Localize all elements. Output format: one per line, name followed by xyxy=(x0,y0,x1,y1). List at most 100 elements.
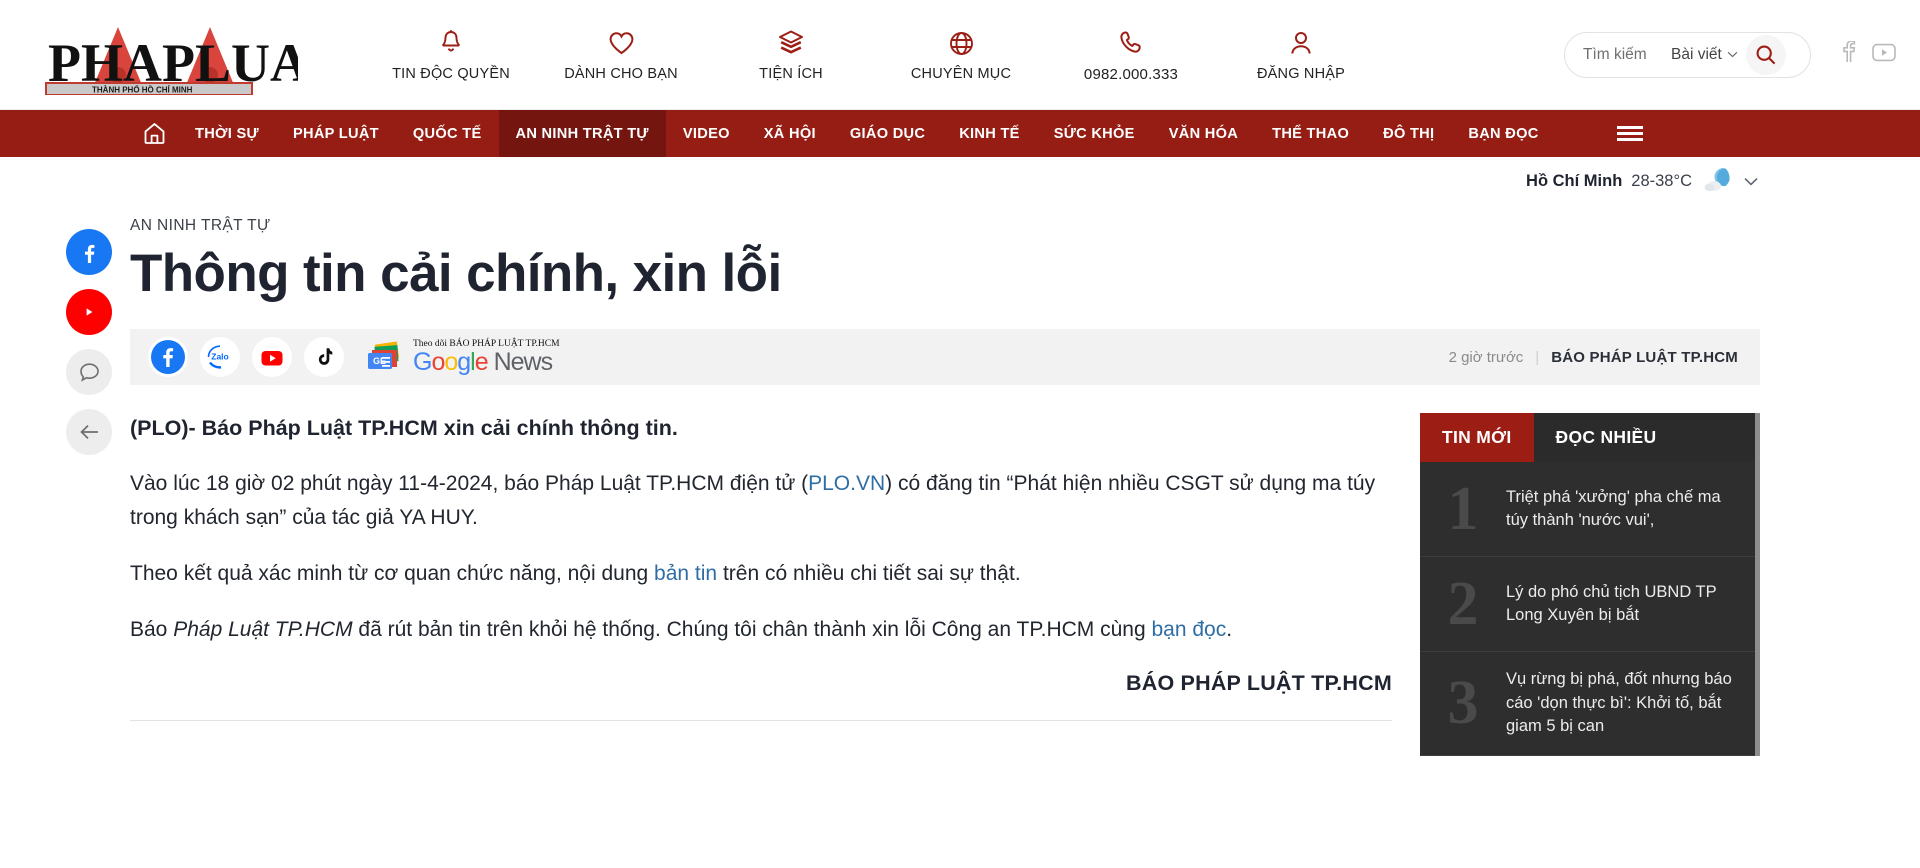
nav-item-ban-doc[interactable]: BẠN ĐỌC xyxy=(1451,110,1555,157)
gnews-word-news: News xyxy=(493,347,554,376)
ban-doc-link[interactable]: bạn đọc xyxy=(1151,618,1226,641)
globe-icon xyxy=(876,26,1046,60)
sidebar-panel: TIN MỚI ĐỌC NHIỀU 1 Triệt phá 'xưởng' ph… xyxy=(1420,413,1760,756)
article-paragraph-3: Báo Pháp Luật TP.HCM đã rút bản tin trên… xyxy=(130,613,1392,647)
list-item-title: Lý do phó chủ tịch UBND TP Long Xuyên bị… xyxy=(1506,582,1717,625)
list-item[interactable]: 3 Vụ rừng bị phá, đốt nhưng báo cáo 'dọn… xyxy=(1420,652,1760,756)
paragraph-3-italic: Pháp Luật TP.HCM xyxy=(173,617,353,641)
tab-tin-moi[interactable]: TIN MỚI xyxy=(1420,413,1534,463)
header-nav-hotline[interactable]: 0982.000.333 xyxy=(1046,26,1216,83)
gnews-letter-g2: g xyxy=(457,347,471,376)
weather-strip: Hồ Chí Minh 28-38°C xyxy=(0,157,1920,205)
nav-item-quoc-te[interactable]: QUỐC TẾ xyxy=(396,110,499,157)
nav-item-kinh-te[interactable]: KINH TẾ xyxy=(942,110,1036,157)
sidebar-tabs: TIN MỚI ĐỌC NHIỀU xyxy=(1420,413,1760,463)
sidebar-news-list: 1 Triệt phá 'xưởng' pha chế ma túy thành… xyxy=(1420,462,1760,756)
gnews-letter-o2: o xyxy=(444,347,458,376)
google-news-follow[interactable]: GE Theo dõi BÁO PHÁP LUẬT TP.HCM Google … xyxy=(364,340,560,375)
rail-youtube-button[interactable] xyxy=(66,289,112,335)
search-input[interactable] xyxy=(1583,45,1667,64)
logo-graphic: PHAPLUAT THÀNH PHỐ HỒ CHÍ MINH xyxy=(45,26,298,95)
nav-item-thoi-su[interactable]: THỜI SỰ xyxy=(178,110,276,157)
header-nav-danh-cho-ban[interactable]: DÀNH CHO BẠN xyxy=(536,26,706,82)
article-timestamp: 2 giờ trước xyxy=(1448,348,1524,366)
header-nav-tin-doc-quyen[interactable]: TIN ĐỘC QUYỀN xyxy=(366,26,536,82)
header-nav-chuyen-muc[interactable]: CHUYÊN MỤC xyxy=(876,26,1046,82)
search-scope-select[interactable]: Bài viết xyxy=(1671,46,1738,64)
nav-item-xa-hoi[interactable]: XÃ HỘI xyxy=(747,110,833,157)
arrow-left-icon xyxy=(79,424,98,440)
header-nav-label: TIN ĐỘC QUYỀN xyxy=(392,66,510,82)
site-header: PHAPLUAT THÀNH PHỐ HỒ CHÍ MINH TIN ĐỘC Q… xyxy=(0,0,1920,110)
ban-tin-link[interactable]: bản tin xyxy=(654,562,717,585)
nav-item-an-ninh-trat-tu[interactable]: AN NINH TRẬT TỰ xyxy=(498,110,666,157)
svg-text:THÀNH PHỐ HỒ CHÍ MINH: THÀNH PHỐ HỒ CHÍ MINH xyxy=(92,84,193,94)
header-nav-label: DÀNH CHO BẠN xyxy=(564,66,678,82)
sidebar-scrollbar[interactable] xyxy=(1755,413,1760,756)
article-body: (PLO)- Báo Pháp Luật TP.HCM xin cải chín… xyxy=(130,413,1420,755)
share-facebook-button[interactable] xyxy=(148,337,188,378)
phone-icon xyxy=(1046,26,1216,60)
search-submit-button[interactable] xyxy=(1745,34,1786,75)
bell-icon xyxy=(366,26,536,60)
meta-separator: | xyxy=(1535,348,1540,366)
facebook-icon[interactable] xyxy=(1839,40,1858,68)
article-and-sidebar: (PLO)- Báo Pháp Luật TP.HCM xin cải chín… xyxy=(130,413,1760,756)
list-item[interactable]: 1 Triệt phá 'xưởng' pha chế ma túy thành… xyxy=(1420,462,1760,558)
share-tiktok-button[interactable] xyxy=(304,337,344,378)
google-news-badge-icon: GE xyxy=(368,341,400,370)
search-container[interactable]: Bài viết xyxy=(1564,31,1811,78)
comment-icon xyxy=(79,362,99,382)
header-social-links xyxy=(1839,40,1896,68)
header-nav-tien-ich[interactable]: TIỆN ÍCH xyxy=(706,26,876,82)
nav-item-phap-luat[interactable]: PHÁP LUẬT xyxy=(276,110,396,157)
plo-vn-link[interactable]: PLO.VN xyxy=(808,472,885,495)
paragraph-2-text-b: trên có nhiều chi tiết sai sự thật. xyxy=(717,561,1021,585)
facebook-icon xyxy=(85,244,95,263)
rail-facebook-button[interactable] xyxy=(66,229,112,275)
list-item[interactable]: 2 Lý do phó chủ tịch UBND TP Long Xuyên … xyxy=(1420,557,1760,653)
nav-item-the-thao[interactable]: THỂ THAO xyxy=(1255,110,1366,157)
nav-home-button[interactable] xyxy=(130,110,178,157)
nav-item-suc-khoe[interactable]: SỨC KHỎE xyxy=(1037,110,1152,157)
site-logo[interactable]: PHAPLUAT THÀNH PHỐ HỒ CHÍ MINH xyxy=(30,19,298,95)
header-nav-label: TIỆN ÍCH xyxy=(759,66,823,82)
paragraph-1-text-a: Vào lúc 18 giờ 02 phút ngày 11-4-2024, b… xyxy=(130,471,809,495)
share-buttons: Zalo GE Theo dõi BÁO PHÁP LUẬT TP.HCM Go… xyxy=(148,337,560,378)
nav-item-video[interactable]: VIDEO xyxy=(666,110,747,157)
main-navigation: THỜI SỰ PHÁP LUẬT QUỐC TẾ AN NINH TRẬT T… xyxy=(0,110,1920,157)
gnews-letter-o1: o xyxy=(431,347,445,376)
nav-item-giao-duc[interactable]: GIÁO DỤC xyxy=(833,110,942,157)
layers-icon xyxy=(706,26,876,60)
rail-comment-button[interactable] xyxy=(66,349,112,395)
article-meta: 2 giờ trước | BÁO PHÁP LUẬT TP.HCM xyxy=(1449,349,1738,366)
chevron-down-icon xyxy=(1727,51,1738,58)
youtube-icon[interactable] xyxy=(1872,43,1896,67)
rail-back-button[interactable] xyxy=(66,409,112,455)
share-youtube-button[interactable] xyxy=(252,337,292,378)
weather-expand-chevron-icon[interactable] xyxy=(1744,177,1758,186)
sidebar: TIN MỚI ĐỌC NHIỀU 1 Triệt phá 'xưởng' ph… xyxy=(1420,413,1760,756)
list-item-rank: 2 xyxy=(1447,570,1479,639)
article-lead: (PLO)- Báo Pháp Luật TP.HCM xin cải chín… xyxy=(130,416,678,441)
heart-icon xyxy=(536,26,706,60)
nav-item-van-hoa[interactable]: VĂN HÓA xyxy=(1152,110,1255,157)
header-nav-label: CHUYÊN MỤC xyxy=(910,66,1012,82)
page-title: Thông tin cải chính, xin lỗi xyxy=(130,244,782,303)
weather-temperature: 28-38°C xyxy=(1631,171,1692,190)
article-signoff: BÁO PHÁP LUẬT TP.HCM xyxy=(1126,670,1392,695)
tiktok-icon xyxy=(307,340,341,375)
nav-menu-button[interactable] xyxy=(1600,110,1660,157)
header-nav-dang-nhap[interactable]: ĐĂNG NHẬP xyxy=(1216,26,1386,82)
share-zalo-button[interactable]: Zalo xyxy=(200,337,240,378)
hamburger-icon xyxy=(1616,123,1643,144)
nav-item-do-thi[interactable]: ĐÔ THỊ xyxy=(1366,110,1451,157)
paragraph-3-text-b: đã rút bản tin trên khỏi hệ thống. Chúng… xyxy=(352,617,1152,641)
facebook-icon xyxy=(151,340,185,375)
article-paragraph-2: Theo kết quả xác minh từ cơ quan chức nă… xyxy=(130,557,1392,591)
list-item-rank: 1 xyxy=(1447,475,1479,544)
moon-cloud-icon xyxy=(1701,165,1731,198)
tab-doc-nhieu[interactable]: ĐỌC NHIỀU xyxy=(1534,413,1679,462)
article-kicker[interactable]: AN NINH TRẬT TỰ xyxy=(130,217,1760,235)
article-divider xyxy=(130,719,1392,721)
